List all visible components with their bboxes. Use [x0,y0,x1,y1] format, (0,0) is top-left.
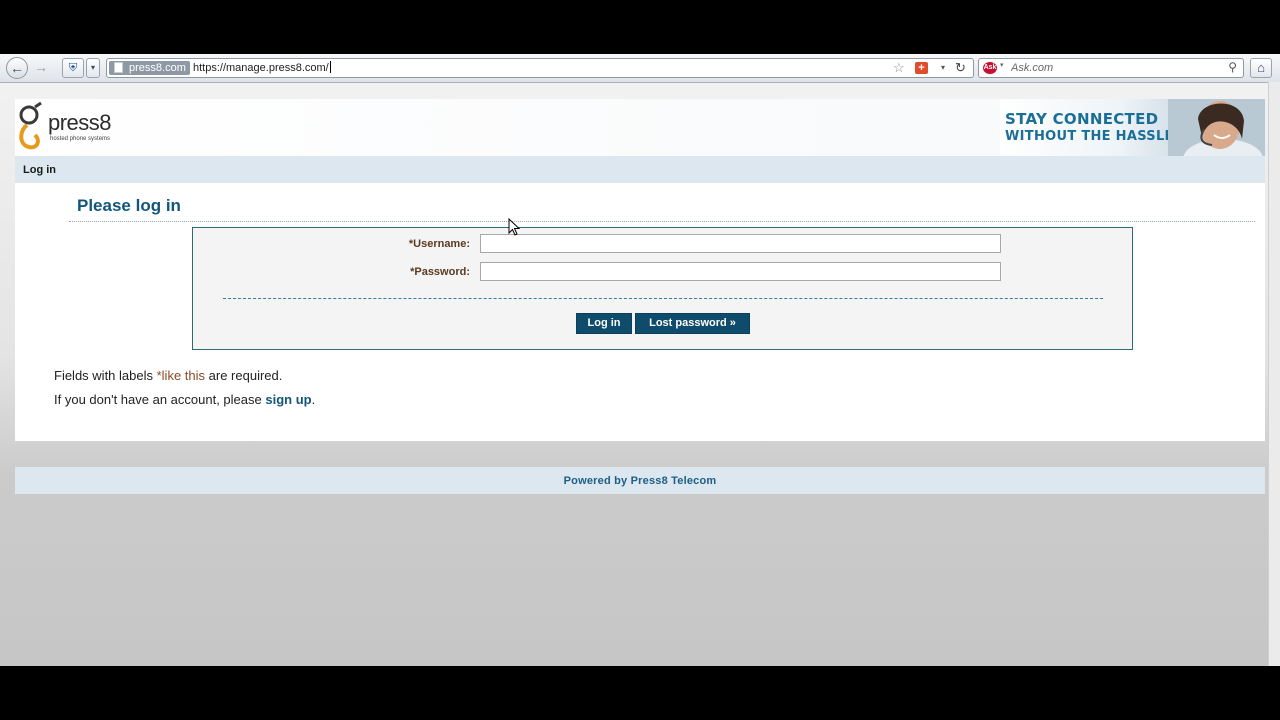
required-sample: *like this [156,368,206,383]
page-icon [114,62,123,73]
search-engine-dropdown-icon[interactable]: ▾ [1000,61,1004,69]
logo-text: press8 [48,110,112,135]
required-fields-note: Fields with labels *like this are requir… [54,368,282,383]
lost-password-button[interactable]: Lost password » [635,313,750,334]
addon-button[interactable]: ⛨ [62,58,84,78]
form-divider [223,298,1103,299]
login-button[interactable]: Log in [576,313,632,334]
required-note-suffix: are required. [205,368,283,383]
signup-link[interactable]: sign up [265,392,311,407]
address-bar[interactable]: press8.com https://manage.press8.com/ ☆ … [106,58,974,78]
url-text[interactable]: https://manage.press8.com/ [193,61,331,75]
site-identity-label: press8.com [129,62,186,74]
breadcrumb: Log in [15,156,1265,183]
site-identity-button[interactable]: press8.com [109,61,190,75]
back-button[interactable]: ← [6,57,28,79]
banner-headline: STAY CONNECTED [1005,110,1159,128]
site-footer: Powered by Press8 Telecom [15,467,1265,494]
arrow-left-icon: ← [10,60,24,76]
logo-tagline: hosted phone systems [50,136,111,142]
required-note-prefix: Fields with labels [54,368,157,383]
banner-subline: WITHOUT THE HASSLE [1005,129,1174,144]
password-field[interactable] [480,262,1001,281]
signup-prefix: If you don't have an account, please [54,392,266,407]
addon-dropdown[interactable]: ▾ [86,58,100,78]
support-agent-photo [1168,99,1265,156]
shield-icon: ⛨ [68,62,78,74]
search-input[interactable] [1011,61,1211,75]
login-form: *Username: *Password: Log in Lost passwo… [192,227,1133,350]
bookmark-star-icon[interactable]: ☆ [893,61,905,75]
title-divider [69,221,1255,222]
add-icon[interactable]: + [915,62,928,74]
chevron-down-icon: ▾ [90,63,95,72]
signup-suffix: . [311,392,316,407]
mouse-pointer-icon [508,218,520,236]
press8-logo-icon[interactable] [17,101,45,153]
arrow-right-icon: → [34,59,48,75]
forward-button[interactable]: → [30,57,52,79]
signup-note: If you don't have an account, please sig… [54,392,315,407]
home-icon: ⌂ [1257,60,1265,75]
username-field[interactable] [480,234,1001,253]
browser-window: ← → ⛨ ▾ press8.com https://manage.press8… [0,54,1280,666]
promo-banner: STAY CONNECTED WITHOUT THE HASSLE [1000,99,1265,156]
username-label: *Username: [408,238,470,250]
search-icon[interactable]: ⚲ [1228,60,1237,74]
breadcrumb-current: Log in [23,164,56,176]
site-header: press8 hosted phone systems STAY CONNECT… [15,99,1265,156]
home-button[interactable]: ⌂ [1250,58,1272,78]
search-bar[interactable]: Ask ▾ ⚲ [978,58,1244,78]
footer-text: Powered by Press8 Telecom [563,475,717,487]
password-label: *Password: [410,266,470,278]
ask-icon[interactable]: Ask [983,62,997,74]
page-title: Please log in [77,196,181,215]
history-dropdown-icon[interactable]: ▾ [941,61,945,75]
browser-toolbar: ← → ⛨ ▾ press8.com https://manage.press8… [0,54,1280,83]
vertical-scrollbar[interactable] [1268,82,1280,666]
reload-icon[interactable]: ↻ [955,61,966,75]
web-page: press8 hosted phone systems STAY CONNECT… [15,99,1265,441]
